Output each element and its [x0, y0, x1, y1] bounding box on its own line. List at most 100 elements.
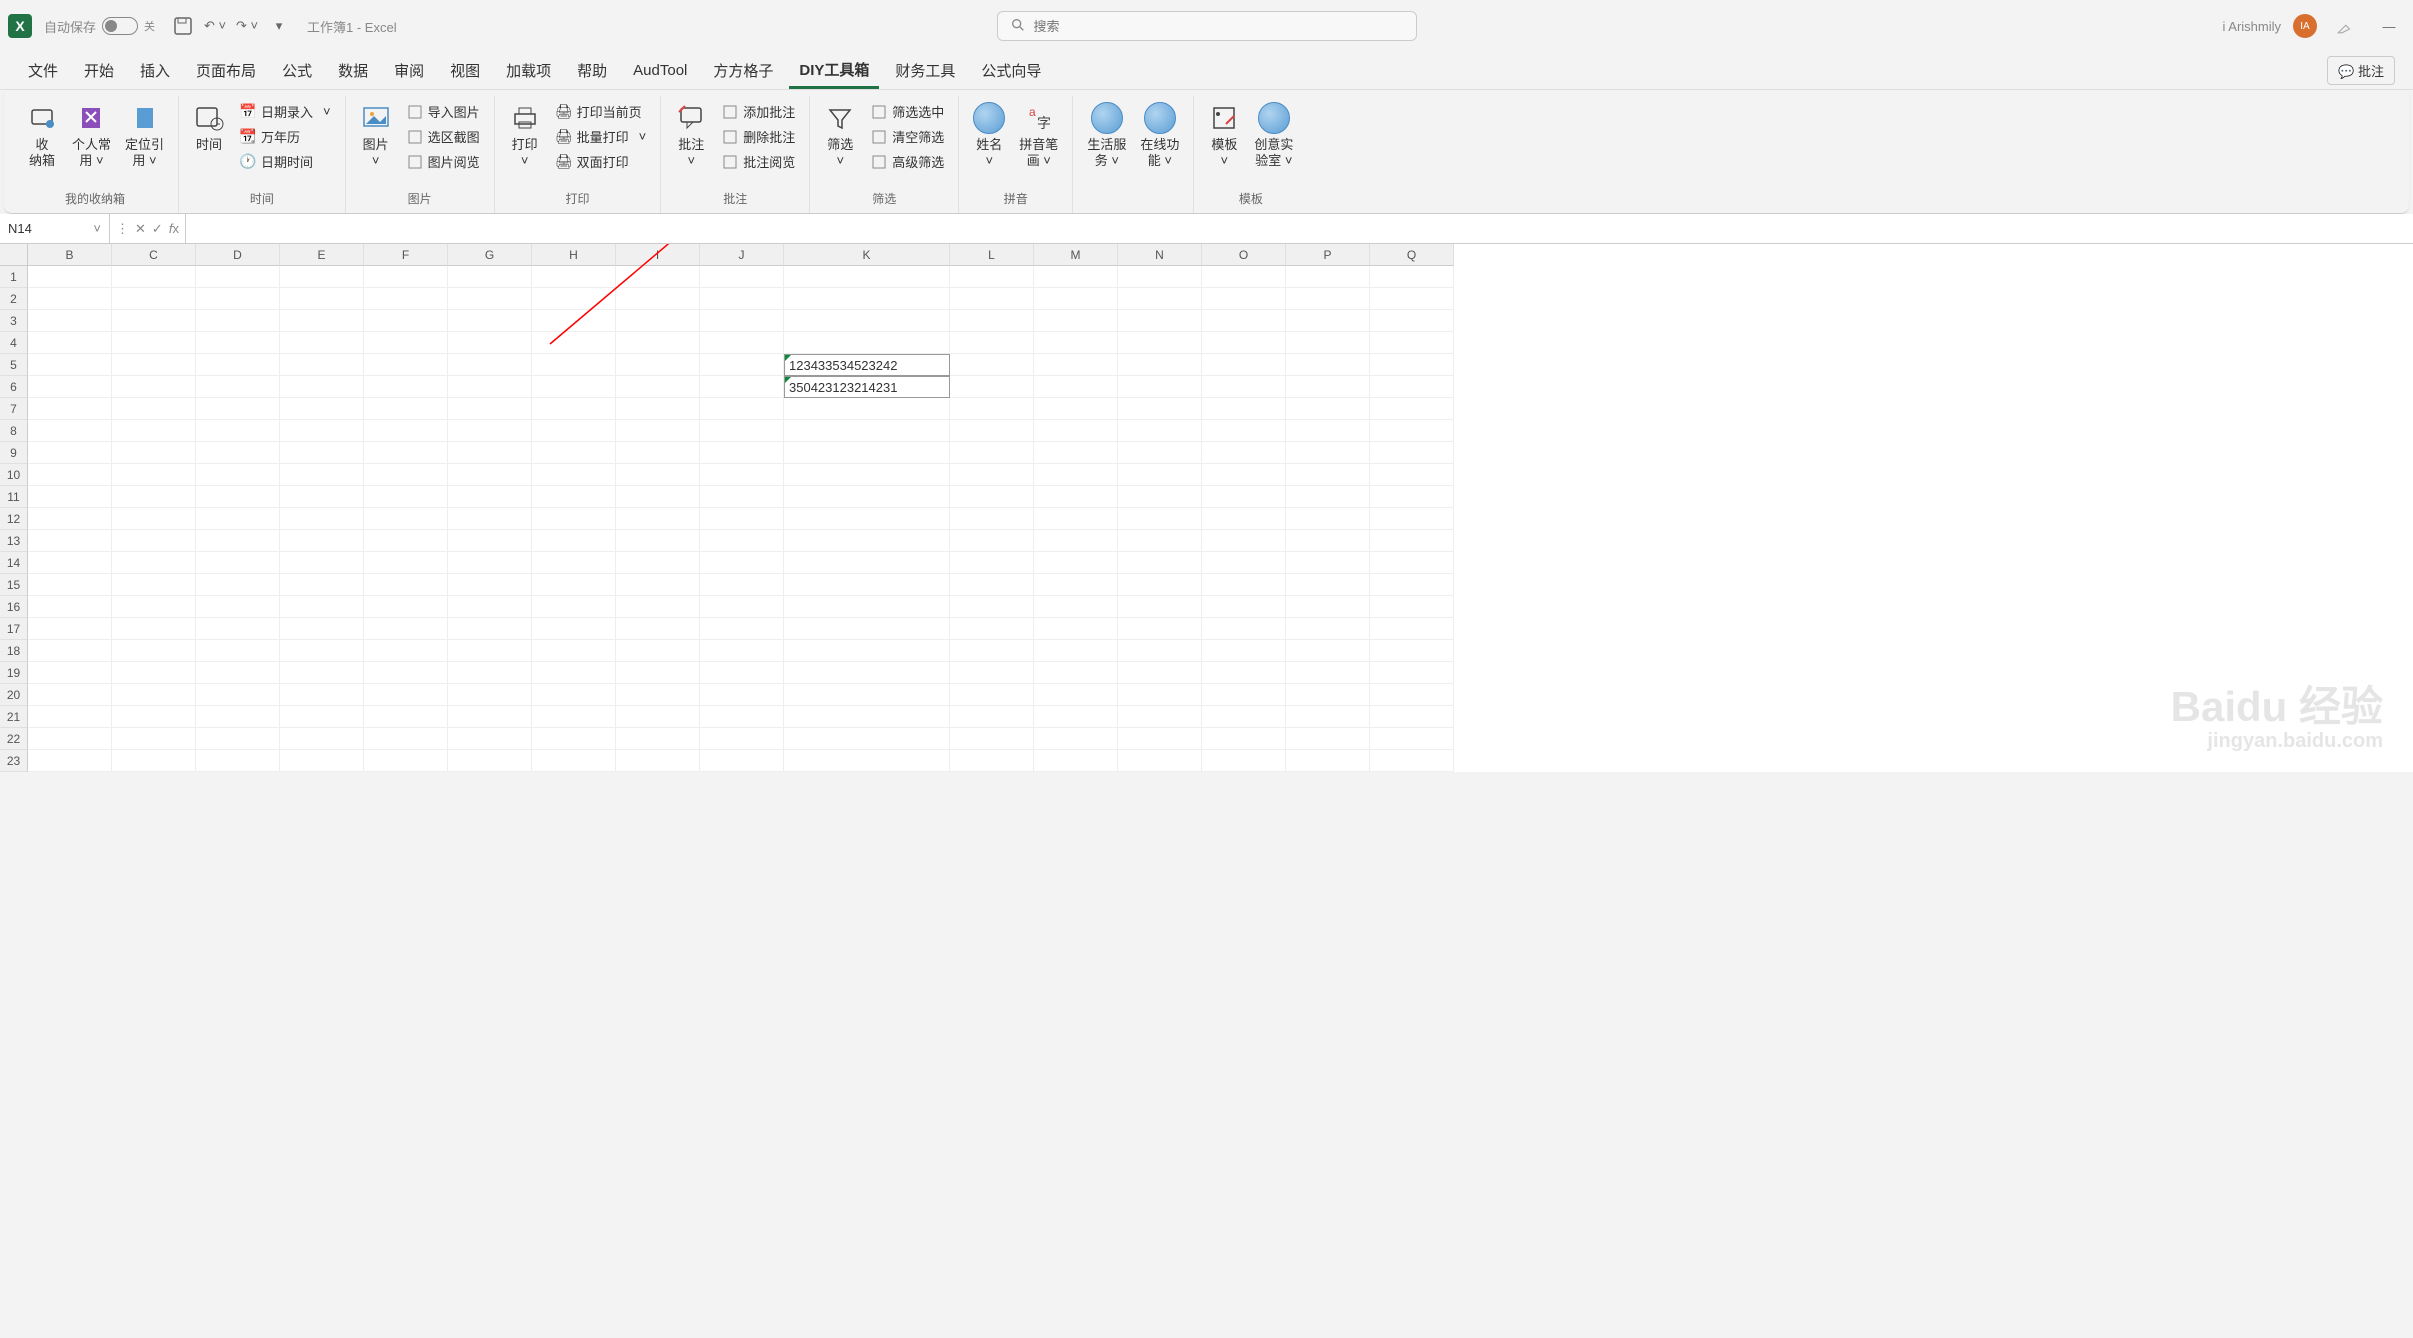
cell-C11[interactable] [112, 486, 196, 508]
cell-Q8[interactable] [1370, 420, 1454, 442]
cell-O4[interactable] [1202, 332, 1286, 354]
cell-M17[interactable] [1034, 618, 1118, 640]
cell-N9[interactable] [1118, 442, 1202, 464]
cell-F2[interactable] [364, 288, 448, 310]
cell-P22[interactable] [1286, 728, 1370, 750]
cell-E21[interactable] [280, 706, 364, 728]
cell-C14[interactable] [112, 552, 196, 574]
cell-C18[interactable] [112, 640, 196, 662]
cell-K10[interactable] [784, 464, 950, 486]
cell-I20[interactable] [616, 684, 700, 706]
cell-K3[interactable] [784, 310, 950, 332]
cell-M20[interactable] [1034, 684, 1118, 706]
cell-N1[interactable] [1118, 266, 1202, 288]
row-header[interactable]: 9 [0, 442, 28, 464]
cell-J22[interactable] [700, 728, 784, 750]
tab-home[interactable]: 开始 [74, 54, 124, 87]
name-box[interactable]: N14 ˅ [0, 214, 110, 243]
cell-K9[interactable] [784, 442, 950, 464]
cell-B8[interactable] [28, 420, 112, 442]
cell-I2[interactable] [616, 288, 700, 310]
cell-C20[interactable] [112, 684, 196, 706]
cell-J16[interactable] [700, 596, 784, 618]
cell-L6[interactable] [950, 376, 1034, 398]
cell-H14[interactable] [532, 552, 616, 574]
cell-H4[interactable] [532, 332, 616, 354]
cell-J3[interactable] [700, 310, 784, 332]
row-header[interactable]: 6 [0, 376, 28, 398]
cell-D23[interactable] [196, 750, 280, 772]
cell-N20[interactable] [1118, 684, 1202, 706]
cell-M1[interactable] [1034, 266, 1118, 288]
comments-button[interactable]: 💬 批注 [2327, 56, 2395, 85]
cell-M3[interactable] [1034, 310, 1118, 332]
row-header[interactable]: 7 [0, 398, 28, 420]
row-header[interactable]: 4 [0, 332, 28, 354]
cell-K19[interactable] [784, 662, 950, 684]
cell-Q1[interactable] [1370, 266, 1454, 288]
cell-C22[interactable] [112, 728, 196, 750]
cell-D13[interactable] [196, 530, 280, 552]
column-header[interactable]: P [1286, 244, 1370, 266]
cell-G17[interactable] [448, 618, 532, 640]
column-header[interactable]: Q [1370, 244, 1454, 266]
cell-J8[interactable] [700, 420, 784, 442]
cell-N6[interactable] [1118, 376, 1202, 398]
cell-L14[interactable] [950, 552, 1034, 574]
cell-B7[interactable] [28, 398, 112, 420]
column-header[interactable]: L [950, 244, 1034, 266]
column-header[interactable]: O [1202, 244, 1286, 266]
column-header[interactable]: G [448, 244, 532, 266]
cell-Q16[interactable] [1370, 596, 1454, 618]
cell-K15[interactable] [784, 574, 950, 596]
cell-F22[interactable] [364, 728, 448, 750]
cell-F5[interactable] [364, 354, 448, 376]
import-pic-button[interactable]: 导入图片 [402, 100, 484, 123]
cell-M5[interactable] [1034, 354, 1118, 376]
cell-O16[interactable] [1202, 596, 1286, 618]
cell-B11[interactable] [28, 486, 112, 508]
cell-K17[interactable] [784, 618, 950, 640]
tab-audtool[interactable]: AudTool [623, 56, 697, 85]
cell-N17[interactable] [1118, 618, 1202, 640]
cell-G10[interactable] [448, 464, 532, 486]
cell-E23[interactable] [280, 750, 364, 772]
cell-F13[interactable] [364, 530, 448, 552]
cell-M14[interactable] [1034, 552, 1118, 574]
cell-M23[interactable] [1034, 750, 1118, 772]
cell-Q7[interactable] [1370, 398, 1454, 420]
cell-I9[interactable] [616, 442, 700, 464]
cell-G1[interactable] [448, 266, 532, 288]
cell-F15[interactable] [364, 574, 448, 596]
cell-J21[interactable] [700, 706, 784, 728]
cell-N18[interactable] [1118, 640, 1202, 662]
cell-L4[interactable] [950, 332, 1034, 354]
cell-G18[interactable] [448, 640, 532, 662]
cell-I1[interactable] [616, 266, 700, 288]
cell-K1[interactable] [784, 266, 950, 288]
cell-B1[interactable] [28, 266, 112, 288]
cell-J19[interactable] [700, 662, 784, 684]
cell-P2[interactable] [1286, 288, 1370, 310]
cell-B20[interactable] [28, 684, 112, 706]
cell-F8[interactable] [364, 420, 448, 442]
column-header[interactable]: J [700, 244, 784, 266]
cell-J23[interactable] [700, 750, 784, 772]
cell-H1[interactable] [532, 266, 616, 288]
cell-I3[interactable] [616, 310, 700, 332]
cell-P16[interactable] [1286, 596, 1370, 618]
cell-O6[interactable] [1202, 376, 1286, 398]
autosave-toggle[interactable]: 自动保存 关 [44, 17, 155, 36]
cell-F3[interactable] [364, 310, 448, 332]
cell-P12[interactable] [1286, 508, 1370, 530]
cell-B2[interactable] [28, 288, 112, 310]
save-icon[interactable] [171, 14, 195, 38]
cell-F21[interactable] [364, 706, 448, 728]
cell-O17[interactable] [1202, 618, 1286, 640]
cell-G7[interactable] [448, 398, 532, 420]
cell-E18[interactable] [280, 640, 364, 662]
cell-H3[interactable] [532, 310, 616, 332]
cell-H21[interactable] [532, 706, 616, 728]
cell-D21[interactable] [196, 706, 280, 728]
cell-L1[interactable] [950, 266, 1034, 288]
